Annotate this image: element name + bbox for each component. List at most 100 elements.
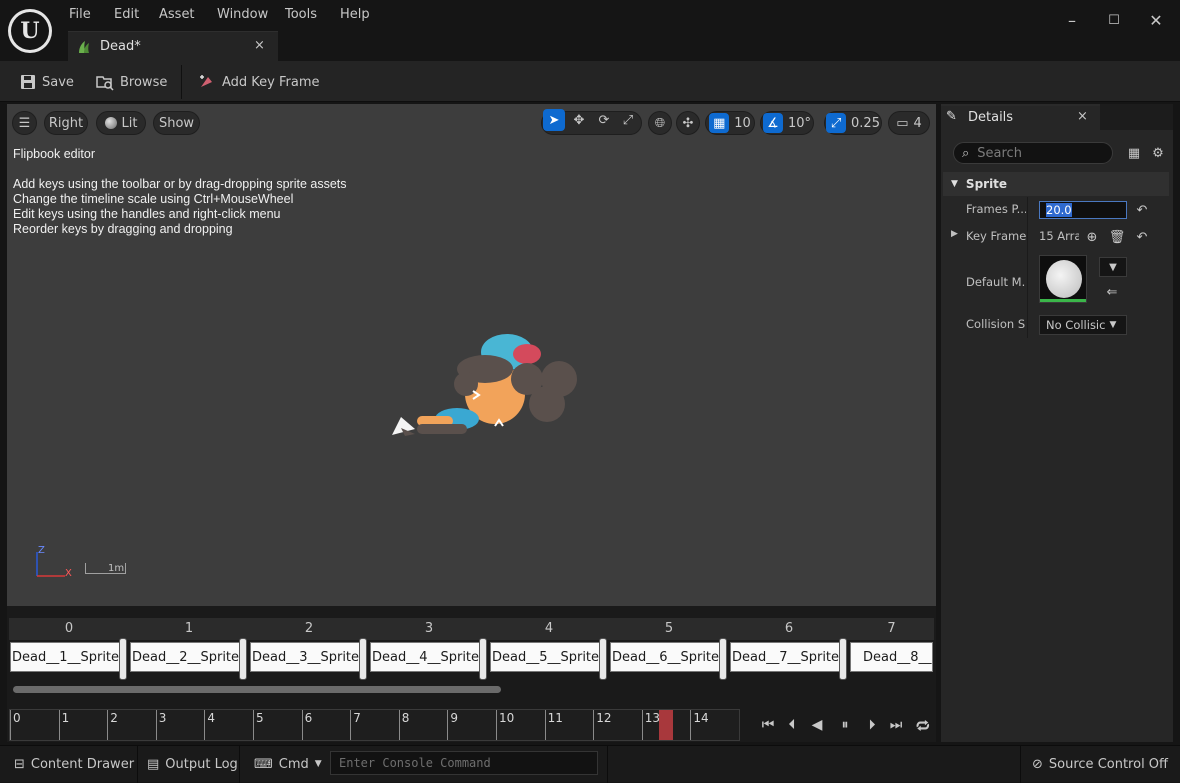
rotation-snap-control[interactable]: ∡ 10° (760, 111, 814, 135)
select-mode-icon[interactable]: ➤ (543, 109, 565, 131)
details-search-input[interactable]: ⌕ Search (953, 142, 1113, 164)
key-frame[interactable]: Dead__7__Sprite (730, 642, 841, 672)
key-frame-handle[interactable] (839, 638, 847, 680)
material-dropdown-button[interactable]: ▼ (1099, 257, 1127, 277)
console-command-input[interactable]: Enter Console Command (330, 751, 598, 775)
minimize-button[interactable]: – (1060, 8, 1084, 32)
rotation-snap-icon: ∡ (762, 113, 783, 133)
output-log-button[interactable]: ▤ Output Log (141, 751, 244, 777)
reset-to-default-icon[interactable]: ↶ (1133, 201, 1151, 219)
delete-all-icon[interactable]: 🗑︎ (1108, 228, 1126, 246)
add-key-frame-button[interactable]: Add Key Frame (198, 69, 320, 95)
frames-per-second-input[interactable]: 20.0 (1039, 201, 1127, 219)
details-body: ⌕ Search ▦ ⚙ ▼ Sprite Frames P... 20.0 ↶… (941, 130, 1173, 742)
key-frames-value: 15 Arra (1039, 229, 1079, 243)
key-frame-handle[interactable] (719, 638, 727, 680)
flipbook-viewport[interactable]: ☰ Right Lit Show ➤ ✥ ⟳ ⤢ 🌐︎ ✣ ▦ 10 ∡ 10°… (7, 104, 936, 606)
menu-help[interactable]: Help (340, 5, 370, 25)
key-frame-handle[interactable] (599, 638, 607, 680)
key-frame[interactable]: Dead__4__Sprite (370, 642, 481, 672)
play-reverse-icon[interactable]: ◀ (806, 714, 828, 736)
scrub-tick (58, 710, 60, 740)
source-control-button[interactable]: ⊘ Source Control Off (1026, 751, 1174, 777)
menu-asset[interactable]: Asset (159, 5, 195, 25)
key-frame[interactable]: Dead__3__Sprite (250, 642, 361, 672)
menu-edit[interactable]: Edit (114, 5, 139, 25)
timeline-scrubber[interactable]: 0 1 2 3 4 5 6 7 8 9 10 11 12 13 14 (9, 709, 740, 741)
camera-speed-control[interactable]: ▭ 4 (888, 111, 930, 135)
expand-arrow-icon[interactable]: ▶ (951, 229, 958, 239)
key-frame[interactable]: Dead__8__Sprite (850, 642, 933, 672)
key-frame[interactable]: Dead__2__Sprite (130, 642, 241, 672)
cmd-dropdown[interactable]: ⌨ Cmd ▼ (248, 751, 328, 777)
axis-z-label: Z (38, 545, 45, 556)
rotate-mode-icon[interactable]: ⟳ (593, 109, 615, 131)
reset-to-default-icon[interactable]: ↶ (1133, 228, 1151, 246)
sprite-section-header[interactable]: ▼ Sprite (943, 172, 1169, 196)
add-element-icon[interactable]: ⊕ (1083, 228, 1101, 246)
playhead[interactable] (659, 710, 674, 740)
menu-tools[interactable]: Tools (285, 5, 317, 25)
frame-number: 0 (9, 618, 129, 640)
content-drawer-button[interactable]: ⊟ Content Drawer (8, 751, 140, 777)
scale-snap-control[interactable]: ⤢ 0.25 (824, 111, 882, 135)
document-tab-dead[interactable]: Dead* × (68, 31, 278, 61)
maximize-button[interactable]: ☐ (1102, 8, 1126, 32)
scrub-tick (155, 710, 157, 740)
close-details-icon[interactable]: × (1077, 109, 1088, 124)
scale-snap-icon: ⤢ (826, 113, 847, 133)
skip-to-start-icon[interactable]: ⏮ (757, 714, 779, 736)
flipbook-timeline[interactable]: 0 1 2 3 4 5 6 7 Dead__1__Sprite Dead__2_… (7, 606, 936, 742)
save-button[interactable]: Save (20, 69, 74, 95)
surface-snapping-toggle[interactable]: ✣ (676, 111, 700, 135)
scrub-tick (641, 710, 643, 740)
table-view-icon[interactable]: ▦ (1125, 144, 1143, 162)
step-forward-icon[interactable]: ⏵ (861, 714, 883, 736)
close-tab-icon[interactable]: × (254, 38, 265, 53)
scrub-tick (253, 710, 254, 740)
menu-file[interactable]: File (69, 5, 91, 25)
title-bar: U File Edit Asset Window Tools Help – ☐ … (0, 0, 1180, 61)
content-drawer-label: Content Drawer (30, 756, 135, 772)
use-selected-asset-icon[interactable]: ⇐ (1103, 283, 1121, 301)
scrub-tick-label: 11 (547, 711, 563, 725)
scrub-tick (496, 710, 497, 740)
scale-mode-icon[interactable]: ⤢ (617, 109, 639, 131)
sprite-preview (392, 334, 577, 436)
lit-mode-button[interactable]: Lit (96, 111, 146, 135)
view-mode-right-button[interactable]: Right (44, 111, 88, 135)
unreal-logo-icon[interactable]: U (8, 9, 52, 53)
key-frame-handle[interactable] (479, 638, 487, 680)
close-window-button[interactable]: ✕ (1144, 8, 1168, 32)
show-label: Show (158, 115, 195, 131)
scrub-tick-label: 8 (401, 711, 410, 725)
chevron-down-icon: ▼ (1109, 261, 1117, 273)
menu-window[interactable]: Window (217, 5, 268, 25)
browse-button[interactable]: Browse (96, 69, 167, 95)
viewport-options-button[interactable]: ☰ (12, 111, 37, 135)
key-frame[interactable]: Dead__6__Sprite (610, 642, 721, 672)
toolbar-divider (181, 65, 182, 99)
timeline-scrollbar[interactable] (13, 686, 501, 693)
frames-per-second-value: 20.0 (1046, 203, 1072, 217)
skip-to-end-icon[interactable]: ⏭ (885, 714, 907, 736)
camera-speed-value: 4 (913, 115, 922, 131)
collision-dropdown[interactable]: No Collisic ▼ (1039, 315, 1127, 335)
settings-gear-icon[interactable]: ⚙ (1149, 144, 1167, 162)
grid-snap-control[interactable]: ▦ 10 (705, 111, 755, 135)
key-frame-handle[interactable] (239, 638, 247, 680)
material-thumbnail[interactable] (1039, 255, 1087, 303)
frame-number: 3 (369, 618, 489, 640)
world-local-toggle[interactable]: 🌐︎ (648, 111, 672, 135)
step-back-icon[interactable]: ⏴ (781, 714, 803, 736)
loop-icon[interactable]: 🔁︎ (912, 714, 934, 736)
key-frame[interactable]: Dead__1__Sprite (10, 642, 121, 672)
key-frame-handle[interactable] (359, 638, 367, 680)
show-button[interactable]: Show (153, 111, 200, 135)
translate-mode-icon[interactable]: ✥ (568, 109, 590, 131)
pause-icon[interactable]: ⏸ (834, 714, 856, 736)
key-frame[interactable]: Dead__5__Sprite (490, 642, 601, 672)
column-divider[interactable] (1027, 197, 1028, 338)
key-frame-handle[interactable] (119, 638, 127, 680)
details-tab[interactable]: ✎ Details × (941, 104, 1100, 130)
